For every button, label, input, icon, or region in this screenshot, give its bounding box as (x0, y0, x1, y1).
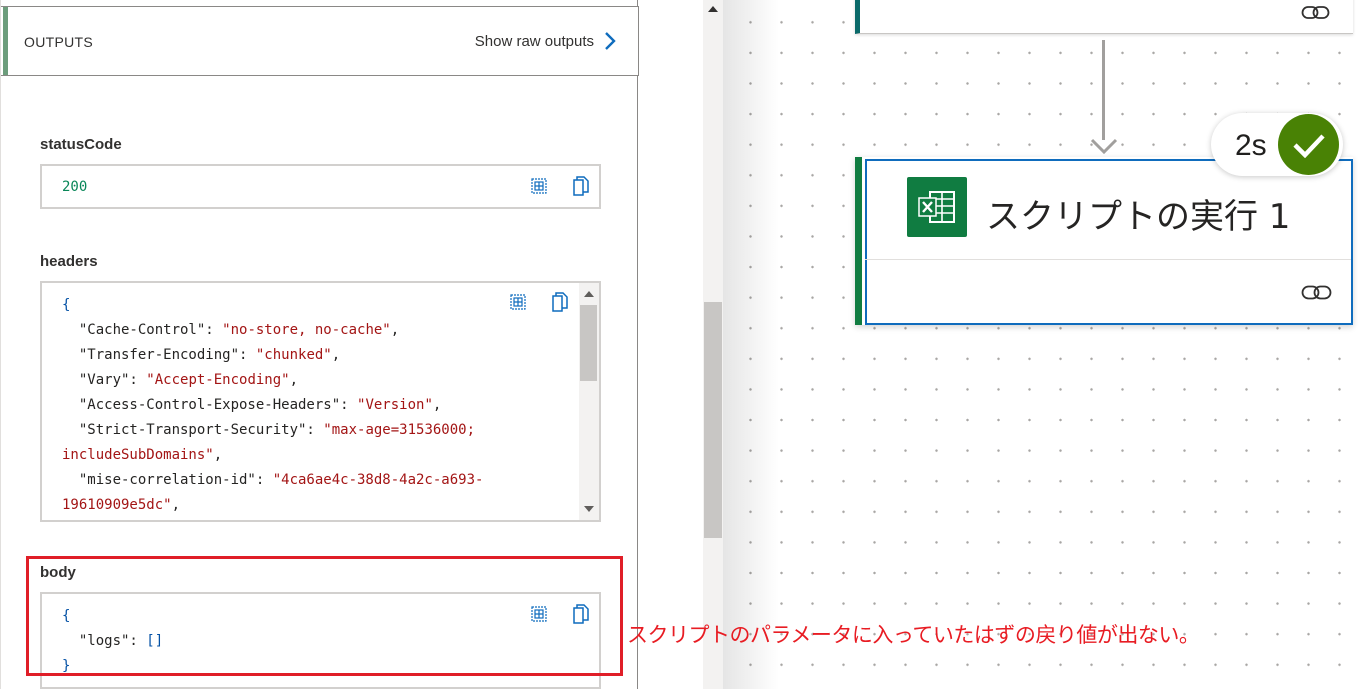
status-code-label: statusCode (40, 136, 122, 153)
scroll-thumb[interactable] (580, 305, 597, 381)
panel-shadow (723, 0, 779, 689)
headers-box[interactable]: { "Cache-Control": "no-store, no-cache",… (40, 281, 601, 522)
success-check-icon (1278, 114, 1339, 175)
page-scroll-thumb[interactable] (704, 302, 722, 538)
card-divider (865, 259, 1351, 260)
link-icon (1301, 4, 1331, 27)
table-view-icon[interactable] (507, 291, 529, 313)
code-line: includeSubDomains", (62, 447, 223, 463)
body-label: body (40, 564, 76, 581)
show-raw-outputs-link[interactable]: Show raw outputs (475, 31, 616, 51)
run-status-badge: 2s (1211, 113, 1343, 176)
code-line: "Transfer-Encoding": "chunked", (62, 347, 341, 363)
code-line: "Access-Control-Expose-Headers": "Versio… (62, 397, 442, 413)
link-icon[interactable] (1301, 283, 1333, 308)
outputs-panel: OUTPUTS Show raw outputs statusCode 200 … (0, 0, 639, 689)
table-view-icon[interactable] (528, 175, 550, 197)
action-card-title: スクリプトの実行 1 (986, 197, 1291, 237)
code-line: { (62, 297, 71, 313)
code-line: "Cache-Control": "no-store, no-cache", (62, 322, 400, 338)
scroll-up-icon[interactable] (708, 6, 718, 12)
code-line: "Vary": "Accept-Encoding", (62, 372, 299, 388)
code-line: "mise-correlation-id": "4ca6ae4c-38d8-4a… (62, 472, 484, 488)
previous-action-card[interactable] (855, 0, 1353, 34)
headers-scrollbar[interactable] (579, 283, 599, 520)
table-view-icon[interactable] (528, 603, 550, 625)
scroll-up-icon[interactable] (584, 291, 594, 297)
outputs-title: OUTPUTS (24, 34, 93, 50)
flow-canvas[interactable] (723, 0, 1363, 689)
annotation-note: スクリプトのパラメータに入っていたはずの戻り値が出ない。 (627, 623, 1200, 647)
page-scrollbar[interactable] (703, 0, 723, 689)
chevron-right-icon (604, 31, 616, 51)
headers-code: { "Cache-Control": "no-store, no-cache",… (62, 293, 571, 518)
code-line: "logs": [] (62, 633, 164, 649)
body-box[interactable]: { "logs": []} (40, 592, 601, 689)
copy-icon[interactable] (549, 291, 571, 313)
code-line: "Strict-Transport-Security": "max-age=31… (62, 422, 476, 438)
outputs-header: OUTPUTS Show raw outputs (1, 6, 639, 76)
copy-icon[interactable] (570, 175, 592, 197)
scroll-down-icon[interactable] (584, 506, 594, 512)
flow-connector (1102, 40, 1105, 140)
status-code-box: 200 (40, 164, 601, 209)
copy-icon[interactable] (570, 603, 592, 625)
header-accent-bar (3, 7, 8, 75)
duration-text: 2s (1235, 129, 1267, 162)
show-raw-outputs-label: Show raw outputs (474, 32, 594, 50)
excel-icon (907, 177, 967, 237)
run-script-action-card[interactable]: スクリプトの実行 1 (855, 157, 1353, 325)
code-line: 19610909e5dc", (62, 497, 181, 513)
status-code-value: 200 (62, 179, 88, 195)
arrow-down-icon (1090, 138, 1118, 159)
body-code: { "logs": []} (62, 604, 571, 679)
headers-label: headers (40, 253, 98, 270)
code-line: } (62, 658, 71, 674)
code-line: { (62, 608, 71, 624)
